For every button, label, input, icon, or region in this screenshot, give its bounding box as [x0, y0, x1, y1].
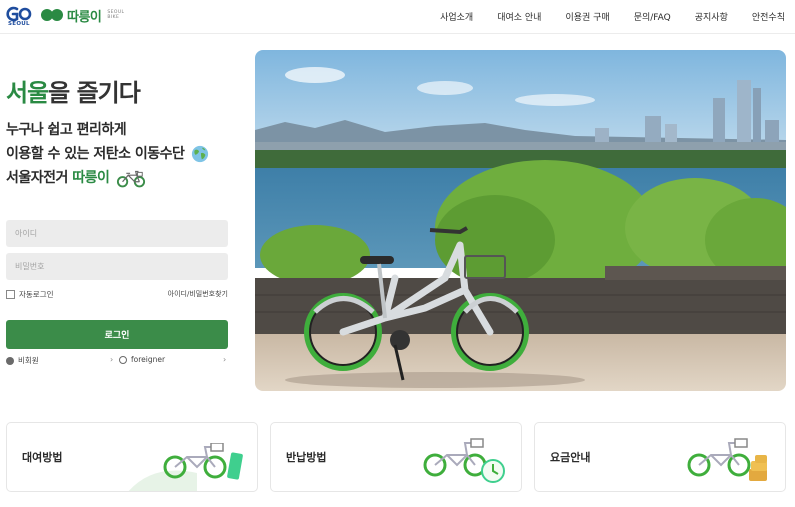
nav-item-stations[interactable]: 대여소 안내: [497, 10, 541, 23]
auto-login-label: 자동로그인: [19, 290, 54, 299]
seoul-logo: SEOUL: [6, 6, 32, 28]
tagline-line-2: 이용할 수 있는 저탄소 이동수단: [6, 142, 209, 166]
login-button[interactable]: 로그인: [6, 320, 228, 349]
alt-login-links: 비회원 › foreigner ›: [6, 355, 228, 367]
page-headline: 서울을 즐기다: [6, 73, 141, 108]
tagline-line-3-a: 서울자전거: [6, 170, 73, 186]
seoul-logo-text: SEOUL: [8, 21, 30, 27]
card-label: 반납방법: [286, 451, 327, 464]
site-header: SEOUL 따릉이 SEOUL BIKE 사업소개 대여소 안내 이용권 구매 …: [0, 0, 795, 34]
tagline-line-3: 서울자전거 따릉이: [6, 166, 209, 190]
tagline-line-2-text: 이용할 수 있는 저탄소 이동수단: [6, 146, 185, 162]
user-icon: [6, 356, 14, 365]
nav-item-safety[interactable]: 안전수칙: [752, 10, 785, 23]
chevron-right-icon: ›: [110, 355, 114, 364]
card-fee-guide[interactable]: 요금안내: [534, 422, 786, 492]
card-return-guide[interactable]: 반납방법: [270, 422, 522, 492]
main-nav: 사업소개 대여소 안내 이용권 구매 문의/FAQ 공지사항 안전수칙: [416, 10, 785, 23]
foreigner-label: foreigner: [131, 355, 166, 364]
guest-link[interactable]: 비회원: [6, 355, 39, 366]
bike-coins-icon: [687, 438, 767, 481]
bike-return-clock-icon: [423, 438, 505, 483]
seoul-logo-icon: [6, 6, 32, 22]
nav-item-about[interactable]: 사업소개: [440, 10, 473, 23]
foreigner-link[interactable]: foreigner: [119, 355, 165, 364]
auto-login-checkbox[interactable]: [6, 290, 15, 299]
auto-login[interactable]: 자동로그인: [6, 289, 54, 300]
hero-bike-riverside-illustration: [255, 50, 786, 391]
bike-rent-icon: [128, 443, 243, 491]
password-input[interactable]: [6, 253, 228, 280]
hero-image: [255, 50, 786, 391]
tagline: 누구나 쉽고 편리하게 이용할 수 있는 저탄소 이동수단 서울자전거 따릉이: [6, 118, 209, 190]
tagline-line-1: 누구나 쉽고 편리하게: [6, 122, 127, 138]
logo-circle-icon: [51, 9, 63, 21]
logo-subtitle: SEOUL BIKE: [107, 10, 124, 20]
ddareungi-logo: 따릉이 SEOUL BIKE: [41, 6, 124, 25]
card-rental-guide[interactable]: 대여방법: [6, 422, 258, 492]
guest-label: 비회원: [18, 356, 39, 365]
find-id-password-link[interactable]: 아이디/비밀번호찾기: [168, 289, 228, 299]
tagline-brand: 따릉이: [72, 170, 110, 186]
id-input[interactable]: [6, 220, 228, 247]
card-label: 대여방법: [22, 451, 63, 464]
globe-icon: [191, 145, 208, 163]
chevron-right-icon: ›: [223, 355, 227, 364]
site-logo[interactable]: SEOUL 따릉이 SEOUL BIKE: [6, 6, 124, 28]
nav-item-faq[interactable]: 문의/FAQ: [634, 10, 671, 23]
logo-sub-2: BIKE: [107, 15, 120, 20]
logo-name: 따릉이: [67, 9, 102, 25]
nav-item-notices[interactable]: 공지사항: [695, 10, 728, 23]
card-label: 요금안내: [550, 451, 591, 464]
globe-icon: [119, 355, 127, 364]
headline-rest: 을 즐기다: [48, 79, 141, 107]
nav-item-pass-purchase[interactable]: 이용권 구매: [565, 10, 609, 23]
bike-icon: [116, 170, 145, 188]
headline-highlight: 서울: [6, 79, 49, 107]
